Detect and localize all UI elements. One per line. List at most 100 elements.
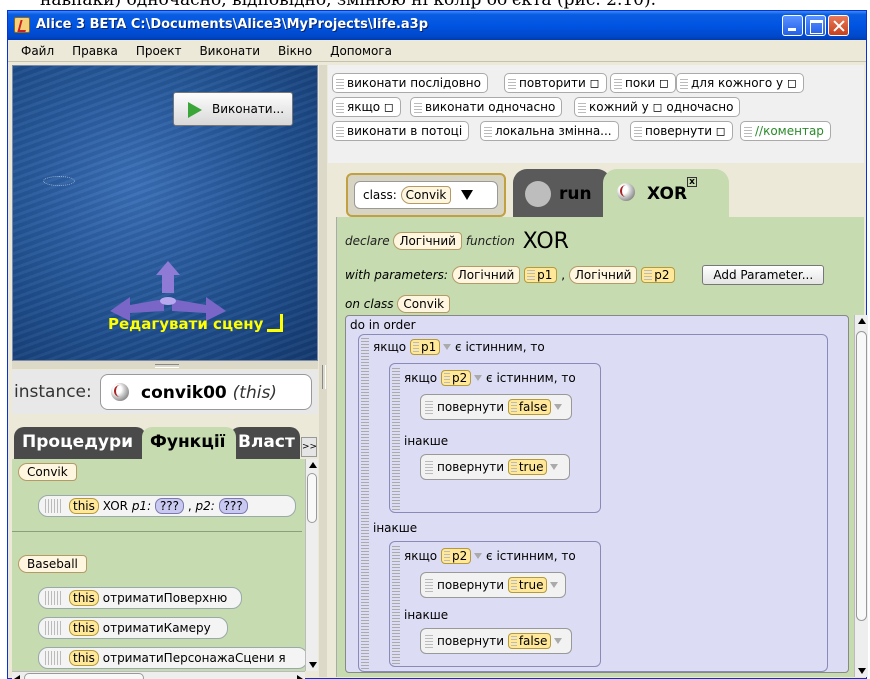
param1-name[interactable]: p1 [524, 267, 558, 283]
if-keyword: якщо [404, 549, 438, 563]
baseball-icon [617, 183, 635, 201]
run-button-label: Виконати... [212, 102, 285, 116]
function-declaration: declare Логічний function XOR [345, 229, 569, 254]
dropdown-icon[interactable] [554, 638, 563, 644]
return-value-true[interactable]: true [507, 577, 548, 593]
tab-functions[interactable]: Функції [142, 427, 236, 459]
dropdown-icon[interactable] [474, 375, 483, 381]
menu-window[interactable]: Вікно [269, 44, 321, 58]
instance-bar: instance: convik00 (this) [12, 370, 318, 414]
function-row-xor[interactable]: this XOR p1: ??? , p2: ??? [38, 495, 296, 517]
palette-for-each[interactable]: для кожного у ◻ [676, 73, 804, 93]
dropdown-icon[interactable] [443, 344, 452, 350]
palette-do-together[interactable]: виконати одночасно [410, 97, 563, 117]
dropdown-icon[interactable] [550, 582, 559, 588]
scroll-up-icon[interactable] [309, 462, 317, 468]
condition-p2[interactable]: p2 [440, 548, 472, 564]
return-statement[interactable]: повернути false [420, 394, 572, 420]
if-block-p2-then[interactable]: якщо p2 є істинним, то повернути false і… [389, 363, 601, 513]
tab-run[interactable]: run [513, 169, 611, 219]
palette-local-variable[interactable]: локальна змінна... [480, 121, 619, 141]
scroll-up-icon[interactable] [858, 318, 866, 324]
parameters-row: with parameters: Логічний p1 , Логічний … [345, 265, 825, 285]
functions-horizontal-scrollbar[interactable] [12, 671, 305, 679]
function-row-get-camera[interactable]: this отриматиКамеру [38, 617, 228, 639]
camera-move-arrows-icon[interactable] [108, 261, 228, 321]
functions-vertical-scrollbar[interactable] [305, 459, 318, 671]
return-type[interactable]: Логічний [393, 232, 462, 250]
scroll-down-icon[interactable] [858, 668, 866, 674]
edit-scene-button[interactable]: Редагувати сцену [108, 314, 284, 333]
minimize-button[interactable] [782, 15, 803, 36]
function-row-get-surface[interactable]: this отриматиПоверхню [38, 587, 242, 609]
class-selector[interactable]: class: Convik [346, 173, 506, 217]
run-button[interactable]: Виконати... [173, 92, 293, 126]
palette-return[interactable]: повернути ◻ [630, 121, 733, 141]
dropdown-icon[interactable] [554, 404, 563, 410]
palette-if[interactable]: якщо ◻ [332, 97, 401, 117]
method-body[interactable]: do in order якщо p1 є істинним, то якщо … [345, 315, 849, 673]
scroll-down-icon[interactable] [309, 662, 317, 668]
palette-while[interactable]: поки ◻ [610, 73, 677, 93]
return-statement[interactable]: повернути true [420, 572, 566, 598]
palette-count-loop[interactable]: повторити ◻ [504, 73, 607, 93]
scroll-thumb[interactable] [24, 673, 144, 679]
else-label: інакше [404, 608, 449, 622]
return-statement[interactable]: повернути true [420, 454, 570, 480]
dropdown-icon[interactable] [550, 464, 559, 470]
is-true-label: є істинним, то [486, 549, 576, 563]
drag-grip [392, 366, 400, 510]
palette-do-in-order[interactable]: виконати послідовно [332, 73, 488, 93]
functions-panel: Convik this XOR p1: ??? , p2: ??? Baseba… [12, 459, 318, 671]
return-statement[interactable]: повернути false [420, 628, 572, 654]
if-block-p2-else[interactable]: якщо p2 є істинним, то повернути true ін… [389, 541, 601, 667]
param1-type[interactable]: Логічний [451, 266, 521, 284]
menu-edit[interactable]: Правка [63, 44, 127, 58]
class-selector-value: Convik [400, 186, 452, 204]
horizontal-splitter[interactable] [12, 361, 318, 369]
tab-xor[interactable]: XOR x [603, 169, 729, 219]
if-p2-header: якщо p2 є істинним, то [404, 548, 576, 564]
function-name: отриматиПоверхню [102, 591, 228, 605]
return-value-true[interactable]: true [507, 459, 548, 475]
param2-name[interactable]: p2 [641, 267, 675, 283]
dropdown-icon[interactable] [474, 553, 483, 559]
scroll-left-icon[interactable] [14, 675, 20, 679]
param-p1-value[interactable]: ??? [154, 498, 185, 514]
palette-comment[interactable]: //коментар [740, 121, 831, 141]
menu-help[interactable]: Допомога [321, 44, 401, 58]
drag-grip [45, 499, 63, 513]
palette-do-in-thread[interactable]: виконати в потоці [332, 121, 470, 141]
condition-p1[interactable]: p1 [409, 339, 441, 355]
tab-properties[interactable]: Власт [230, 427, 300, 459]
vertical-splitter[interactable] [319, 65, 327, 677]
param-p2-value[interactable]: ??? [218, 498, 248, 514]
menu-project[interactable]: Проект [127, 44, 191, 58]
scroll-right-icon[interactable] [297, 675, 303, 679]
menu-file[interactable]: Файл [12, 44, 63, 58]
return-keyword: повернути [437, 400, 504, 414]
if-block-p1[interactable]: якщо p1 є істинним, то якщо p2 є істинни… [358, 334, 828, 672]
caption-text: навпаки) одночасно, відповідно, змінюю н… [0, 0, 870, 9]
return-value-false[interactable]: false [507, 399, 552, 415]
maximize-button[interactable] [805, 15, 826, 36]
condition-p2[interactable]: p2 [440, 370, 472, 386]
scene-view[interactable]: Виконати... Редагувати сцену [12, 65, 318, 361]
close-tab-icon[interactable]: x [687, 177, 697, 187]
param2-type[interactable]: Логічний [568, 266, 638, 284]
tabs-overflow-button[interactable]: >> [301, 437, 317, 457]
return-value-false[interactable]: false [507, 633, 552, 649]
scroll-thumb[interactable] [307, 473, 317, 523]
menu-run[interactable]: Виконати [190, 44, 269, 58]
instance-selector[interactable]: convik00 (this) [100, 374, 312, 410]
editor-vertical-scrollbar[interactable] [854, 315, 868, 677]
close-button[interactable] [828, 15, 849, 36]
palette-each-in-together[interactable]: кожний у ◻ одночасно [574, 97, 741, 117]
tab-procedures[interactable]: Процедури [14, 427, 146, 459]
scroll-thumb[interactable] [856, 331, 867, 621]
function-name[interactable]: XOR [523, 229, 569, 254]
add-parameter-button[interactable]: Add Parameter... [702, 265, 825, 285]
class-selector-combo[interactable]: class: Convik [354, 181, 498, 209]
title-bar[interactable]: Alice 3 BETA C:\Documents\Alice3\MyProje… [8, 11, 866, 40]
function-row-get-scene-character[interactable]: this отриматиПерсонажаСцени я [38, 647, 308, 669]
